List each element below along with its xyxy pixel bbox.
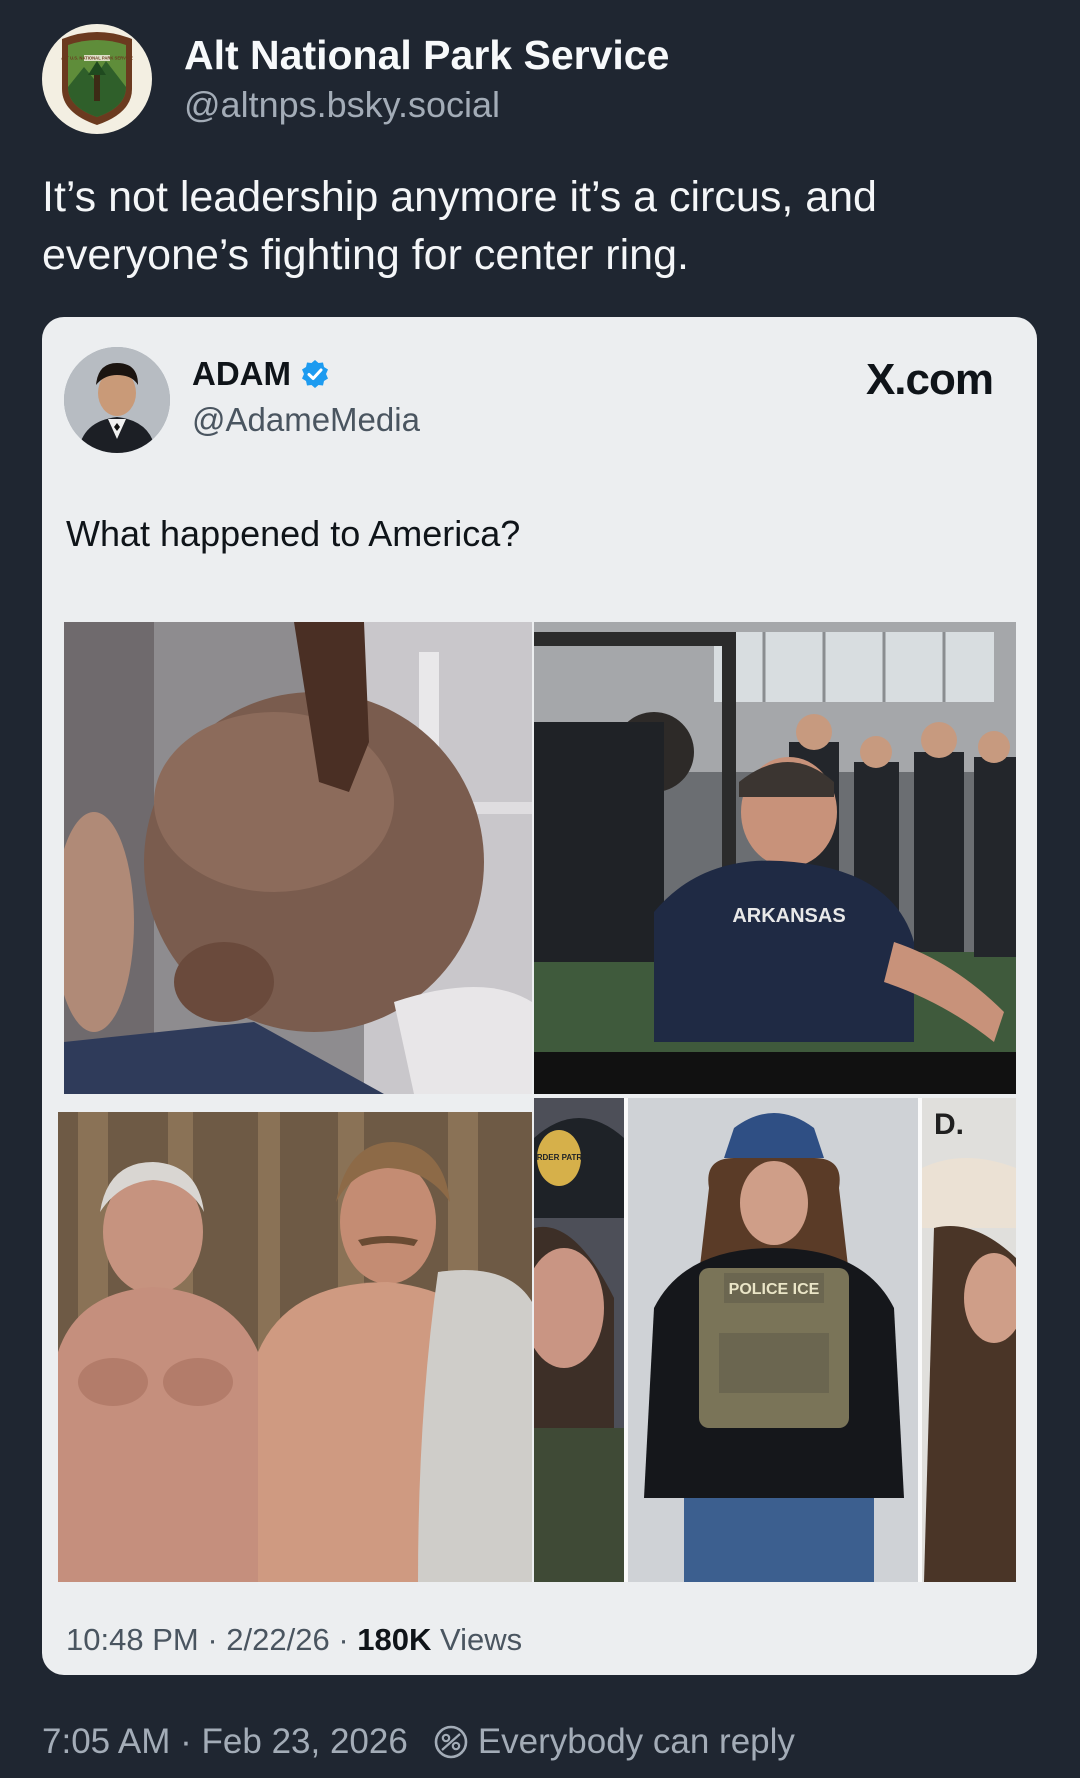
tweet-name-row: ADAM [192,355,331,393]
views-label: Views [431,1622,523,1657]
meta-separator: · [170,1722,202,1761]
author-avatar[interactable]: ALT U.S. NATIONAL PARK SERVICE [42,24,152,134]
tweet-author-name: ADAM [192,355,291,392]
svg-text:POLICE ICE: POLICE ICE [729,1281,820,1298]
image-collage: ARKANSAS RDER PATROL POLICE ICE D. [58,622,1016,1582]
verified-badge-icon [301,360,328,388]
tweet-date: 2/22/26 [226,1622,330,1657]
photo-man-exercising-gym: ARKANSAS [534,622,1016,1094]
svg-text:ALT U.S. NATIONAL PARK SERVICE: ALT U.S. NATIONAL PARK SERVICE [61,56,133,61]
tweet-time: 10:48 PM [66,1622,199,1657]
photo-icon [64,622,532,1094]
post-meta: 7:05 AM · Feb 23, 2026 Everybody can rep… [42,1722,795,1762]
post-date: Feb 23, 2026 [201,1722,408,1761]
embedded-image-card[interactable]: ADAM @AdameMedia X.com What happened to … [42,317,1037,1675]
reply-settings-icon[interactable] [432,1723,470,1761]
reply-setting-label[interactable]: Everybody can reply [478,1722,795,1762]
svg-text:BORDER PATROL: BORDER PATROL [534,1153,593,1162]
person-avatar-icon [64,347,170,453]
source-label: X.com [865,355,994,404]
post-page: ALT U.S. NATIONAL PARK SERVICE Alt Natio… [0,0,1080,1778]
footer-separator: · [198,1622,227,1657]
author-info: Alt National Park Service @altnps.bsky.s… [184,29,669,129]
views-count: 180K [357,1622,432,1657]
photo-icon: BORDER PATROL POLICE ICE [534,1098,1016,1582]
photo-icon [58,1112,532,1582]
post-header: ALT U.S. NATIONAL PARK SERVICE Alt Natio… [42,24,669,134]
post-time: 7:05 AM [42,1722,171,1761]
photo-two-shirtless-men [58,1112,532,1582]
post-text: It’s not leadership anymore it’s a circu… [42,173,877,279]
footer-separator: · [329,1622,358,1657]
tweet-text: What happened to America? [66,513,521,554]
svg-text:D.: D. [934,1108,964,1141]
park-service-badge-icon: ALT U.S. NATIONAL PARK SERVICE [61,32,133,125]
photo-man-drinking [64,622,532,1094]
photo-woman-ice-vest: BORDER PATROL POLICE ICE [534,1098,1016,1582]
photo-icon: ARKANSAS [534,622,1016,1094]
tweet-footer: 10:48 PM · 2/22/26 · 180K Views [66,1622,522,1658]
svg-text:ARKANSAS: ARKANSAS [732,905,845,927]
author-handle[interactable]: @altnps.bsky.social [184,81,669,129]
tweet-author-avatar [64,347,170,453]
tweet-author-handle: @AdameMedia [192,401,420,438]
author-name[interactable]: Alt National Park Service [184,29,669,81]
